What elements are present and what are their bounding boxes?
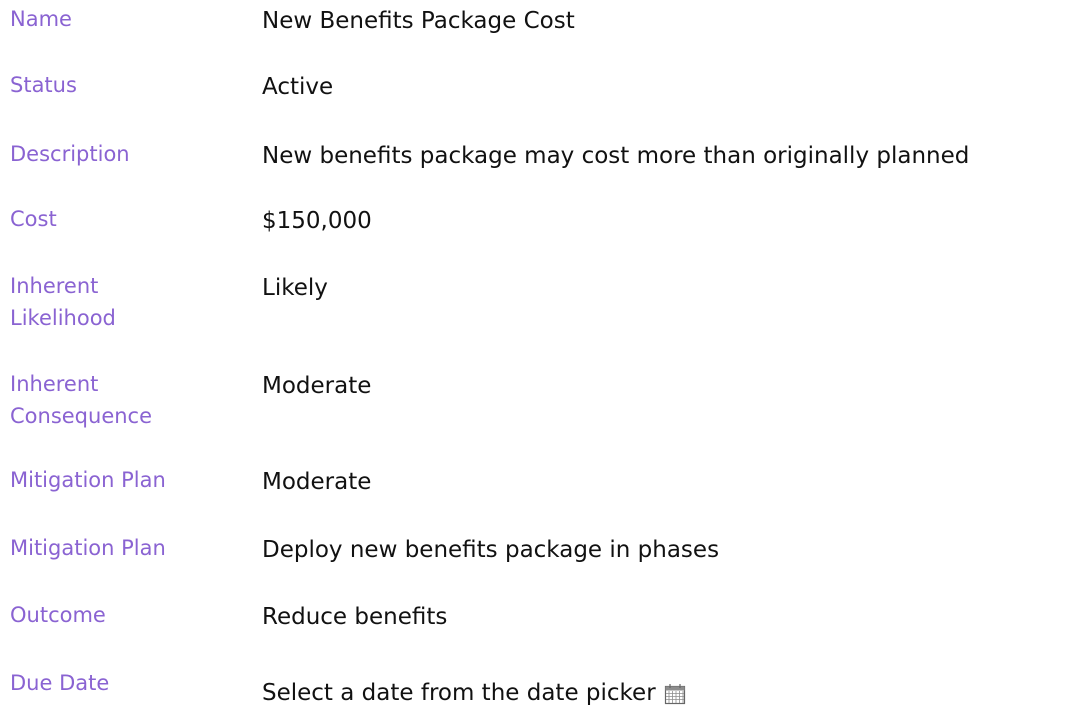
field-label: Inherent Likelihood (10, 274, 116, 330)
due-date-picker[interactable]: Select a date from the date picker (262, 677, 686, 709)
field-value: Active (262, 74, 334, 100)
field-label: Inherent Consequence (10, 372, 153, 428)
due-date-label: Due Date (10, 671, 110, 695)
field-label: Mitigation Plan (10, 536, 166, 560)
field-label: Status (10, 73, 77, 97)
field-value: Reduce benefits (262, 604, 448, 630)
field-value: Deploy new benefits package in phases (262, 537, 720, 563)
field-label: Description (10, 142, 130, 166)
field-value: Likely (262, 275, 328, 301)
field-value: New benefits package may cost more than … (262, 143, 970, 169)
field-label: Cost (10, 207, 57, 231)
calendar-icon[interactable] (664, 682, 686, 705)
due-date-placeholder: Select a date from the date picker (262, 680, 656, 706)
field-value: Moderate (262, 469, 372, 495)
field-label: Mitigation Plan (10, 468, 166, 492)
field-label: Name (10, 7, 72, 31)
field-value: New Benefits Package Cost (262, 8, 575, 34)
field-value: $150,000 (262, 208, 372, 234)
field-value: Moderate (262, 373, 372, 399)
field-label: Outcome (10, 603, 106, 627)
